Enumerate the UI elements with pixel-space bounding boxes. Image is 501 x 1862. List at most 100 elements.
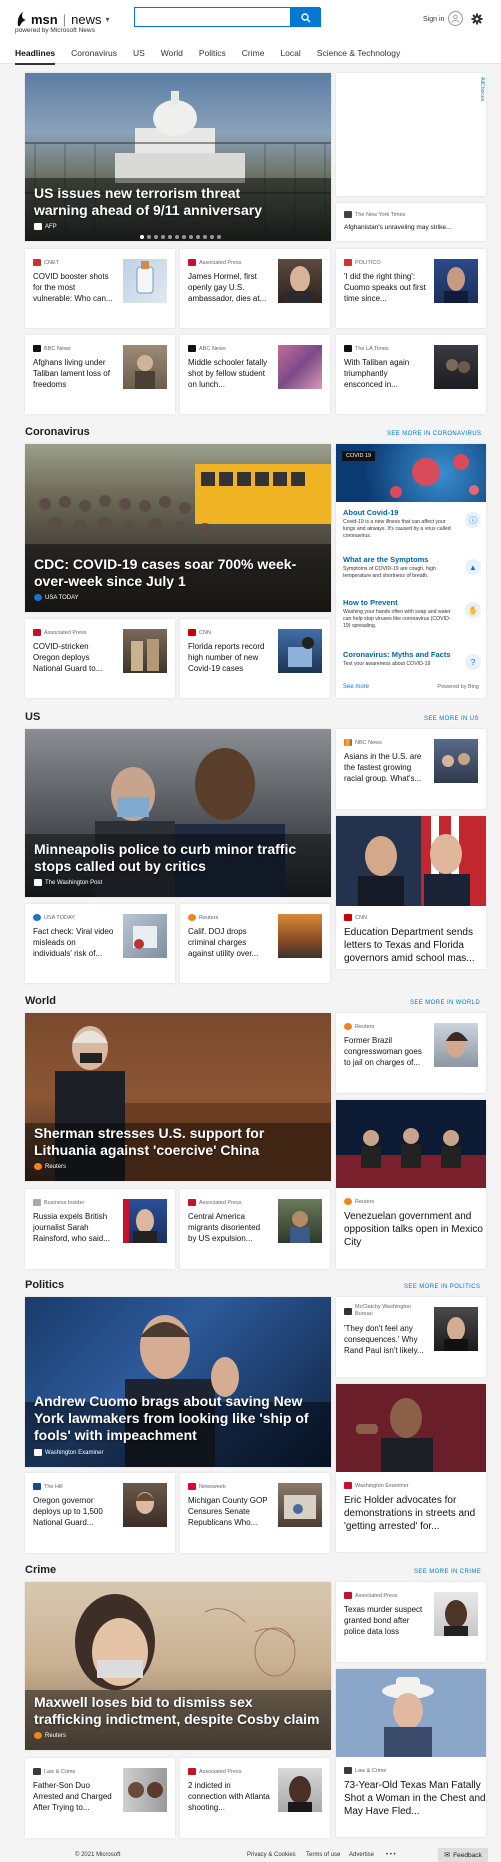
footer-link-terms[interactable]: Terms of use xyxy=(306,1852,340,1858)
covid-powered-by: Powered by Bing xyxy=(437,684,479,690)
footer-link-advertise[interactable]: Advertise xyxy=(349,1852,374,1858)
top-card-6[interactable]: The LA Times With Taliban again triumpha… xyxy=(336,335,486,414)
logo-separator: | xyxy=(62,11,67,27)
politics-hero-article[interactable]: Andrew Cuomo brags about saving New York… xyxy=(25,1297,331,1467)
article-thumbnail xyxy=(434,1023,478,1067)
nav-headlines[interactable]: Headlines xyxy=(15,48,56,65)
world-card-2[interactable]: Associated Press Central America migrant… xyxy=(180,1189,330,1269)
us-card-1[interactable]: USA TODAY Fact check: Viral video mislea… xyxy=(25,904,175,983)
world-big-article[interactable]: Reuters Venezuelan government and opposi… xyxy=(336,1100,486,1269)
feedback-icon: ✉ xyxy=(444,1852,451,1859)
see-more-crime[interactable]: SEE MORE IN CRIME xyxy=(414,1569,481,1575)
article-source: The Hill xyxy=(33,1483,63,1490)
hero-source: Washington Examiner xyxy=(34,1449,103,1456)
nav-world[interactable]: World xyxy=(161,48,183,65)
see-more-politics[interactable]: SEE MORE IN POLITICS xyxy=(404,1284,480,1290)
more-options-icon[interactable]: • • • xyxy=(386,1852,396,1858)
powered-by: powered by Microsoft News xyxy=(15,27,95,34)
nav-science-technology[interactable]: Science & Technology xyxy=(317,48,400,65)
covid-item-desc: Test your awareness about COVID-19 xyxy=(343,661,431,667)
article-thumbnail xyxy=(123,345,167,389)
gear-icon[interactable] xyxy=(471,13,483,25)
see-more-world[interactable]: SEE MORE IN WORLD xyxy=(410,1000,480,1006)
footer-link-privacy[interactable]: Privacy & Cookies xyxy=(247,1852,296,1858)
covid-info-panel: COVID 19 About Covid-19 Covid-19 is a ne… xyxy=(336,444,486,698)
top-side-article[interactable]: The New York Times Afghanistan's unravel… xyxy=(336,203,486,241)
us-hero-article[interactable]: Minneapolis police to curb minor traffic… xyxy=(25,729,331,897)
nav-politics[interactable]: Politics xyxy=(199,48,226,65)
top-card-5[interactable]: ABC News Middle schooler fatally shot by… xyxy=(180,335,330,414)
world-hero-article[interactable]: Sherman stresses U.S. support for Lithua… xyxy=(25,1013,331,1181)
crime-big-article[interactable]: Law & Crime 73-Year-Old Texas Man Fatall… xyxy=(336,1669,486,1837)
article-image xyxy=(336,816,486,906)
article-source: CNN xyxy=(188,629,211,636)
covid-item-myths[interactable]: Coronavirus: Myths and Facts Test your a… xyxy=(343,650,481,670)
crime-card-2[interactable]: Associated Press 2 indicted in connectio… xyxy=(180,1758,330,1838)
nav-us[interactable]: US xyxy=(133,48,145,65)
covid-see-more[interactable]: See more xyxy=(343,684,369,690)
nav-crime[interactable]: Crime xyxy=(242,48,265,65)
adchoices-label[interactable]: AdChoices xyxy=(479,77,485,101)
article-image xyxy=(336,1669,486,1757)
article-source: Associated Press xyxy=(344,1592,398,1599)
hero-source: The Washington Post xyxy=(34,879,102,886)
world-card-1[interactable]: Business Insider Russia expels British j… xyxy=(25,1189,175,1269)
top-card-1[interactable]: CNET COVID booster shots for the most vu… xyxy=(25,249,175,328)
coronavirus-card-2[interactable]: CNN Florida reports record high number o… xyxy=(180,619,330,698)
article-thumbnail xyxy=(434,259,478,303)
coronavirus-card-1[interactable]: Associated Press COVID-stricken Oregon d… xyxy=(25,619,175,698)
article-headline: COVID booster shots for the most vulnera… xyxy=(33,272,113,303)
see-more-coronavirus[interactable]: SEE MORE IN CORONAVIRUS xyxy=(387,431,481,437)
us-side-article[interactable]: NBC News Asians in the U.S. are the fast… xyxy=(336,729,486,809)
us-big-article[interactable]: CNN Education Department sends letters t… xyxy=(336,816,486,969)
article-headline: Former Brazil congresswoman goes to jail… xyxy=(344,1036,422,1067)
article-source: Associated Press xyxy=(188,259,242,266)
signin-link[interactable]: Sign in xyxy=(423,16,444,23)
politics-card-1[interactable]: The Hill Oregon governor deploys up to 1… xyxy=(25,1473,175,1553)
search-button[interactable] xyxy=(290,8,321,27)
article-source: CNET xyxy=(33,259,59,266)
article-thumbnail xyxy=(278,345,322,389)
top-card-3[interactable]: POLITICO 'I did the right thing': Cuomo … xyxy=(336,249,486,328)
carousel-dots[interactable] xyxy=(140,235,221,239)
chevron-down-icon[interactable]: ▾ xyxy=(105,15,109,24)
article-headline: Michigan County GOP Censures Senate Repu… xyxy=(188,1496,268,1527)
article-source: Reuters xyxy=(344,1198,374,1205)
see-more-us[interactable]: SEE MORE IN US xyxy=(424,716,479,722)
article-thumbnail xyxy=(123,914,167,958)
ad-slot[interactable]: AdChoices xyxy=(336,73,486,196)
article-thumbnail xyxy=(123,1483,167,1527)
crime-card-1[interactable]: Law & Crime Father-Son Duo Arrested and … xyxy=(25,1758,175,1838)
politics-big-article[interactable]: Washington Examiner Eric Holder advocate… xyxy=(336,1384,486,1552)
covid-item-title: How to Prevent xyxy=(343,598,398,607)
top-hero-article[interactable]: US issues new terrorism threat warning a… xyxy=(25,73,331,241)
article-headline: 'I did the right thing': Cuomo speaks ou… xyxy=(344,272,426,303)
crime-side-article[interactable]: Associated Press Texas murder suspect gr… xyxy=(336,1582,486,1662)
avatar[interactable] xyxy=(448,11,463,26)
nav-coronavirus[interactable]: Coronavirus xyxy=(71,48,117,65)
article-headline: Russia expels British journalist Sarah R… xyxy=(33,1212,110,1243)
article-headline: Asians in the U.S. are the fastest growi… xyxy=(344,752,422,783)
covid-item-about[interactable]: About Covid-19 Covid-19 is a new illness… xyxy=(343,508,481,540)
article-source: Washington Examiner xyxy=(344,1482,409,1489)
section-title-world: World xyxy=(25,995,56,1007)
feedback-button[interactable]: ✉ Feedback xyxy=(438,1848,488,1862)
feedback-label: Feedback xyxy=(453,1851,482,1859)
world-side-article[interactable]: Reuters Former Brazil congresswoman goes… xyxy=(336,1013,486,1093)
top-card-4[interactable]: BBC News Afghans living under Taliban la… xyxy=(25,335,175,414)
us-card-2[interactable]: Reuters Calif. DOJ drops criminal charge… xyxy=(180,904,330,983)
msn-logo[interactable]: msn | news ▾ xyxy=(15,10,110,28)
article-headline: Central America migrants disoriented by … xyxy=(188,1212,261,1243)
politics-card-2[interactable]: Newsweek Michigan County GOP Censures Se… xyxy=(180,1473,330,1553)
coronavirus-hero-article[interactable]: CDC: COVID-19 cases soar 700% week-over-… xyxy=(25,444,331,612)
afp-logo-icon xyxy=(34,223,42,230)
article-thumbnail xyxy=(278,629,322,673)
article-source: ABC News xyxy=(188,345,226,352)
politics-side-article[interactable]: McClatchy Washington Bureau 'They don't … xyxy=(336,1297,486,1377)
covid-item-title: Coronavirus: Myths and Facts xyxy=(343,650,451,659)
crime-hero-article[interactable]: Maxwell loses bid to dismiss sex traffic… xyxy=(25,1582,331,1750)
covid-item-symptoms[interactable]: What are the Symptoms Symptoms of COVID-… xyxy=(343,555,481,580)
top-card-2[interactable]: Associated Press James Hormel, first ope… xyxy=(180,249,330,328)
covid-item-prevent[interactable]: How to Prevent Washing your hands often … xyxy=(343,598,481,630)
nav-local[interactable]: Local xyxy=(280,48,300,65)
